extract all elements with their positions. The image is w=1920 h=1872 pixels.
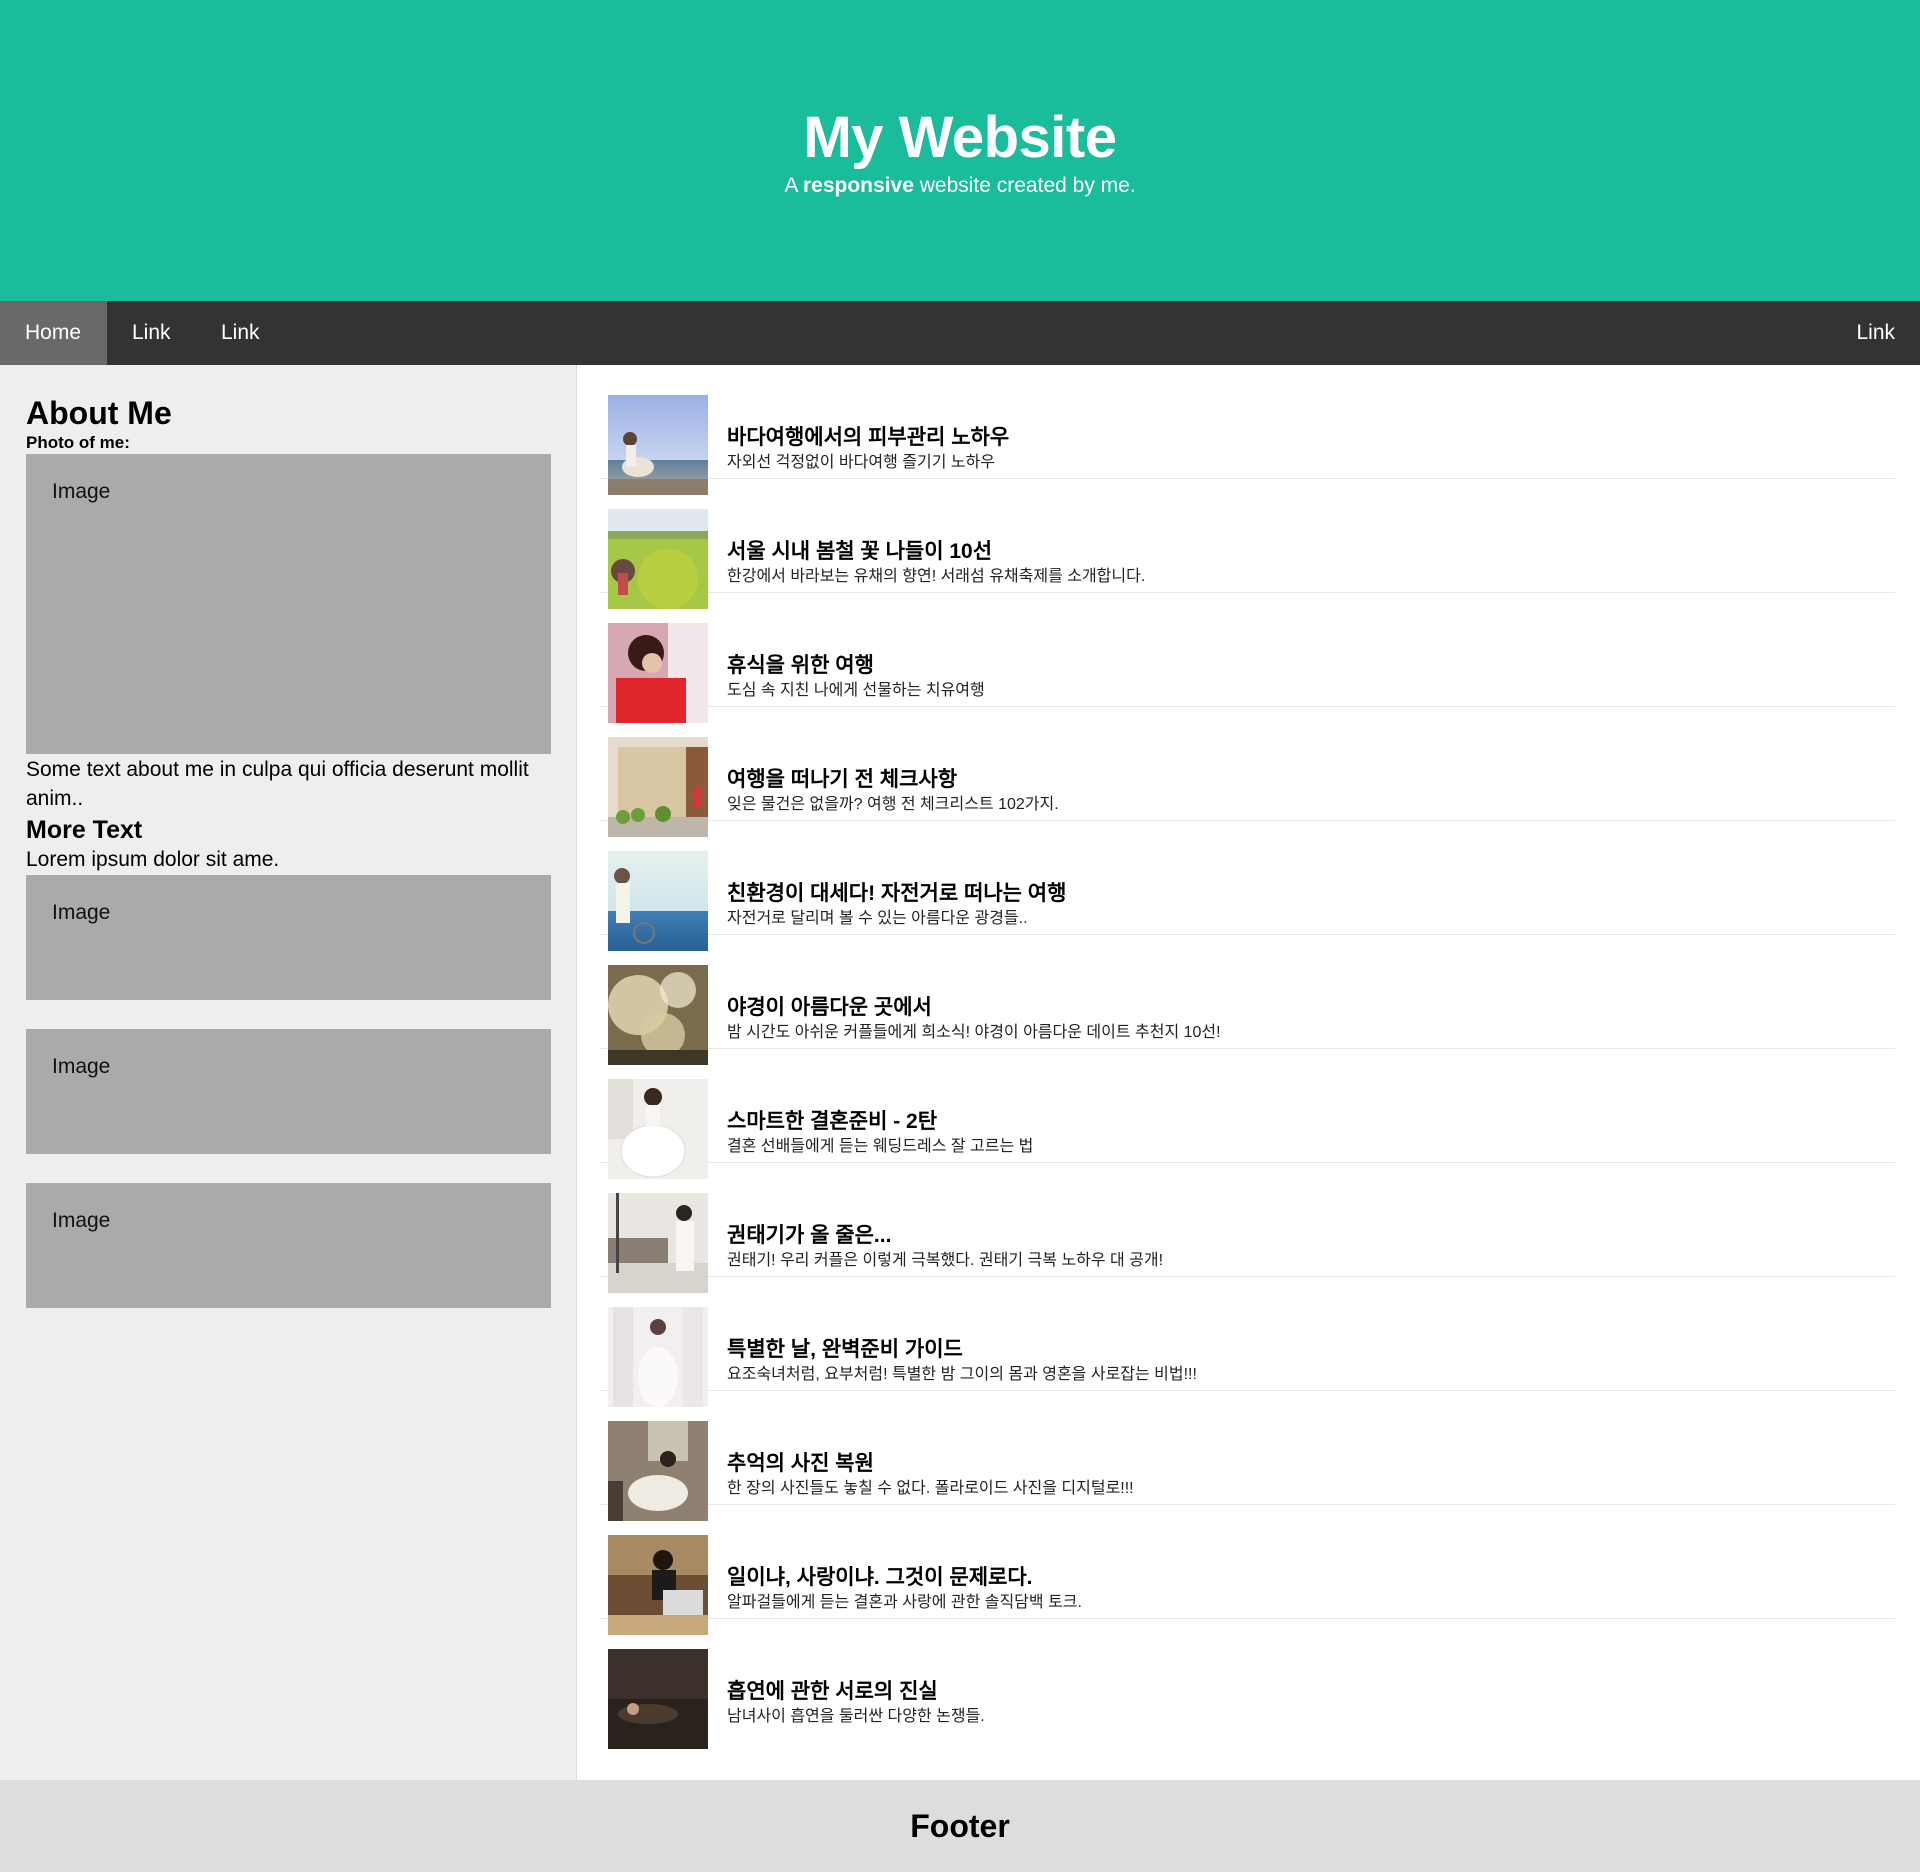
post-subtitle: 요조숙녀처럼, 요부처럼! 특별한 밤 그이의 몸과 영혼을 사로잡는 비법!!… [727, 1366, 1197, 1384]
post-title[interactable]: 특별한 날, 완벽준비 가이드 [727, 1307, 1197, 1362]
post-item[interactable]: 일이냐, 사랑이냐. 그것이 문제로다. 알파걸들에게 듣는 결혼과 사랑에 관… [599, 1505, 1895, 1635]
tagline-suffix: website created by me. [913, 174, 1136, 197]
post-title[interactable]: 바다여행에서의 피부관리 노하우 [727, 395, 1009, 450]
nav-link-home[interactable]: Home [0, 301, 107, 365]
post-item[interactable]: 권태기가 올 줄은... 권태기! 우리 커플은 이렇게 극복했다. 권태기 극… [599, 1163, 1895, 1293]
site-header: My Website A responsive website created … [0, 0, 1920, 301]
post-subtitle: 밤 시간도 아쉬운 커플들에게 희소식! 야경이 아름다운 데이트 추천지 10… [727, 1024, 1221, 1042]
site-footer: Footer [0, 1780, 1920, 1872]
post-item[interactable]: 스마트한 결혼준비 - 2탄 결혼 선배들에게 듣는 웨딩드레스 잘 고르는 법 [599, 1049, 1895, 1179]
about-text: Some text about me in culpa qui officia … [26, 757, 529, 811]
about-heading: About Me [26, 395, 172, 431]
post-title[interactable]: 서울 시내 봄철 꽃 나들이 10선 [727, 509, 1145, 564]
nav-link-2[interactable]: Link [196, 301, 285, 365]
post-subtitle: 알파걸들에게 듣는 결혼과 사랑에 관한 솔직담백 토크. [727, 1594, 1082, 1612]
post-subtitle: 한강에서 바라보는 유채의 향연! 서래섬 유채축제를 소개합니다. [727, 568, 1146, 586]
sidebar: About Me Photo of me: Image Some text ab… [0, 365, 577, 1780]
post-title[interactable]: 친환경이 대세다! 자전거로 떠나는 여행 [727, 851, 1066, 906]
post-title[interactable]: 권태기가 올 줄은... [727, 1193, 1163, 1248]
tagline-prefix: A [784, 174, 803, 197]
post-title[interactable]: 흡연에 관한 서로의 진실 [727, 1649, 985, 1704]
post-item[interactable]: 휴식을 위한 여행 도심 속 지친 나에게 선물하는 치유여행 [599, 593, 1895, 723]
post-item[interactable]: 여행을 떠나기 전 체크사항 잊은 물건은 없을까? 여행 전 체크리스트 10… [599, 707, 1895, 837]
photo-label: Photo of me: [26, 433, 130, 453]
post-title[interactable]: 추억의 사진 복원 [727, 1421, 1134, 1476]
post-subtitle: 자외선 걱정없이 바다여행 즐기기 노하우 [727, 454, 996, 472]
post-list: 바다여행에서의 피부관리 노하우 자외선 걱정없이 바다여행 즐기기 노하우 서… [578, 365, 1920, 1780]
post-item[interactable]: 흡연에 관한 서로의 진실 남녀사이 흡연을 둘러싼 다양한 논쟁들. [599, 1619, 1895, 1749]
more-text-body: Lorem ipsum dolor sit ame. [26, 848, 280, 872]
post-title[interactable]: 야경이 아름다운 곳에서 [727, 965, 1221, 1020]
post-subtitle: 남녀사이 흡연을 둘러싼 다양한 논쟁들. [727, 1708, 985, 1726]
post-item[interactable]: 추억의 사진 복원 한 장의 사진들도 놓칠 수 없다. 폴라로이드 사진을 디… [599, 1391, 1895, 1521]
post-title[interactable]: 일이냐, 사랑이냐. 그것이 문제로다. [727, 1535, 1082, 1590]
post-subtitle: 한 장의 사진들도 놓칠 수 없다. 폴라로이드 사진을 디지털로!!! [727, 1480, 1134, 1498]
profile-image-placeholder: Image [26, 453, 551, 754]
nav-link-right[interactable]: Link [1831, 301, 1920, 365]
post-title[interactable]: 스마트한 결혼준비 - 2탄 [727, 1079, 1033, 1134]
site-tagline: A responsive website created by me. [0, 174, 1920, 198]
post-subtitle: 결혼 선배들에게 듣는 웨딩드레스 잘 고르는 법 [727, 1138, 1034, 1156]
post-title[interactable]: 휴식을 위한 여행 [727, 623, 985, 678]
image-placeholder-2: Image [26, 1028, 551, 1154]
site-title: My Website [803, 105, 1117, 170]
nav-link-1[interactable]: Link [107, 301, 196, 365]
post-title[interactable]: 여행을 떠나기 전 체크사항 [727, 737, 1059, 792]
post-subtitle: 권태기! 우리 커플은 이렇게 극복했다. 권태기 극복 노하우 대 공개! [727, 1252, 1164, 1270]
post-item[interactable]: 서울 시내 봄철 꽃 나들이 10선 한강에서 바라보는 유채의 향연! 서래섬… [599, 479, 1895, 609]
image-placeholder-3: Image [26, 1182, 551, 1308]
post-item[interactable]: 야경이 아름다운 곳에서 밤 시간도 아쉬운 커플들에게 희소식! 야경이 아름… [599, 935, 1895, 1065]
footer-label: Footer [910, 1808, 1010, 1844]
post-item[interactable]: 특별한 날, 완벽준비 가이드 요조숙녀처럼, 요부처럼! 특별한 밤 그이의 … [599, 1277, 1895, 1407]
more-text-heading: More Text [26, 816, 143, 845]
post-subtitle: 잊은 물건은 없을까? 여행 전 체크리스트 102가지. [727, 796, 1059, 814]
image-placeholder-1: Image [26, 874, 551, 1000]
tagline-bold: responsive [803, 174, 914, 197]
post-item[interactable]: 바다여행에서의 피부관리 노하우 자외선 걱정없이 바다여행 즐기기 노하우 [599, 365, 1895, 495]
post-item[interactable]: 친환경이 대세다! 자전거로 떠나는 여행 자전거로 달리며 볼 수 있는 아름… [599, 821, 1895, 951]
navbar: Home Link Link Link [0, 301, 1920, 365]
post-subtitle: 자전거로 달리며 볼 수 있는 아름다운 광경들.. [727, 910, 1028, 928]
post-thumbnail-smoking [608, 1649, 708, 1749]
post-subtitle: 도심 속 지친 나에게 선물하는 치유여행 [727, 682, 985, 700]
